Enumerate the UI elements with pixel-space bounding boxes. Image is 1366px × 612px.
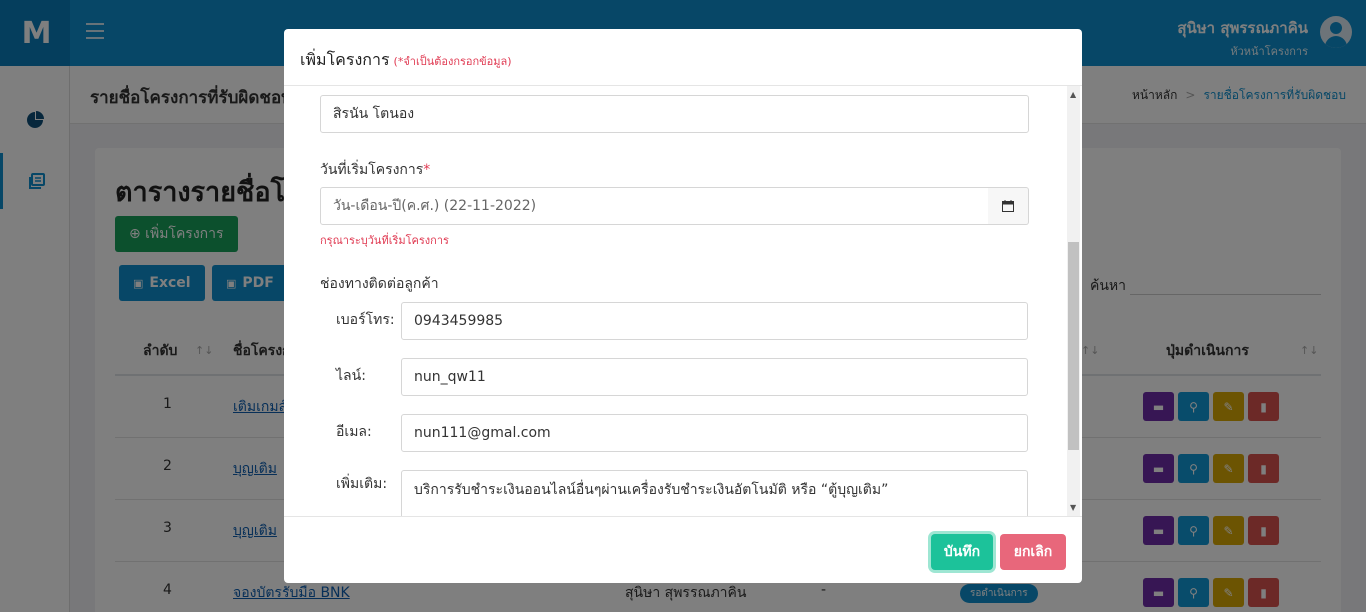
more-info-textarea[interactable]: บริการรับชำระเงินออนไลน์อื่นๆผ่านเครื่อง…: [401, 470, 1028, 516]
line-label: ไลน์:: [336, 368, 366, 384]
add-project-modal: เพิ่มโครงการ (*จำเป็นต้องกรอกข้อมูล) สิรน…: [284, 29, 1082, 583]
line-field[interactable]: nun_qw11: [401, 358, 1028, 396]
required-star: *: [423, 162, 431, 178]
email-field[interactable]: nun111@gmal.com: [401, 414, 1028, 452]
contact-label: ช่องทางติดต่อลูกค้า: [320, 276, 439, 292]
phone-label: เบอร์โทร:: [336, 312, 395, 328]
modal-scrollbar[interactable]: ▲ ▼: [1067, 86, 1080, 516]
start-date-label-text: วันที่เริ่มโครงการ: [320, 162, 424, 178]
save-button[interactable]: บันทึก: [931, 534, 993, 570]
scroll-up-icon[interactable]: ▲: [1070, 90, 1076, 99]
email-label: อีเมล:: [336, 424, 372, 440]
modal-title: เพิ่มโครงการ (*จำเป็นต้องกรอกข้อมูล): [300, 48, 512, 73]
modal-header: เพิ่มโครงการ (*จำเป็นต้องกรอกข้อมูล): [284, 29, 1082, 86]
required-note: (*จำเป็นต้องกรอกข้อมูล): [393, 55, 512, 68]
calendar-icon[interactable]: [988, 187, 1029, 225]
start-date-label: วันที่เริ่มโครงการ*: [320, 159, 430, 181]
start-date-input[interactable]: วัน-เดือน-ปี(ค.ศ.) (22-11-2022): [320, 187, 989, 225]
more-info-label: เพิ่มเติม:: [336, 476, 388, 492]
scroll-thumb[interactable]: [1068, 242, 1079, 450]
cancel-button[interactable]: ยกเลิก: [1000, 534, 1066, 570]
modal-footer: บันทึก ยกเลิก: [284, 516, 1082, 583]
scroll-down-icon[interactable]: ▼: [1070, 503, 1076, 512]
phone-field[interactable]: 0943459985: [401, 302, 1028, 340]
owner-field[interactable]: สิรนัน โตนอง: [320, 95, 1029, 133]
modal-body: สิรนัน โตนอง วันที่เริ่มโครงการ* วัน-เดื…: [284, 86, 1082, 516]
modal-title-text: เพิ่มโครงการ: [300, 50, 390, 69]
start-date-error: กรุณาระบุวันที่เริ่มโครงการ: [320, 234, 449, 247]
